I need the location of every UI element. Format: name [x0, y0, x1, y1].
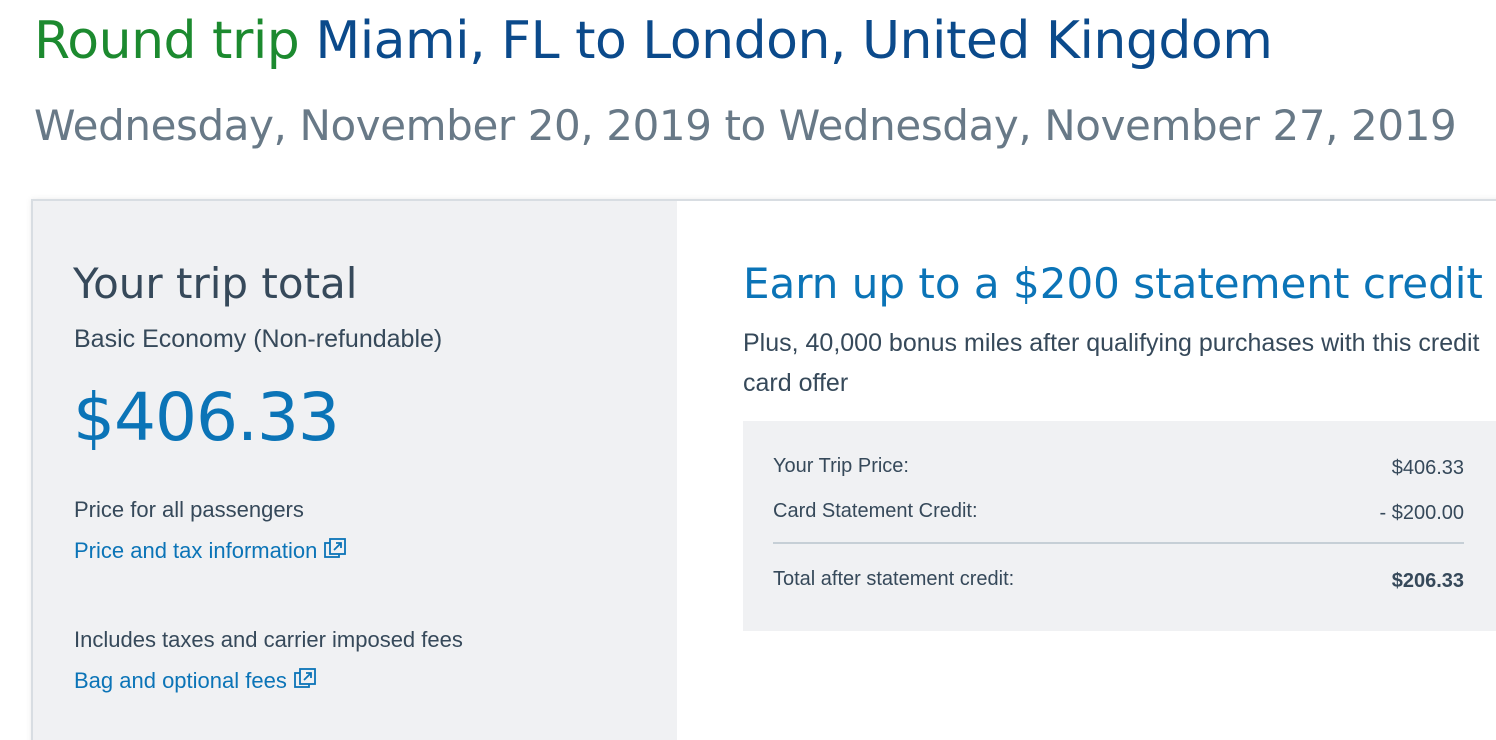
credit-offer-title: Earn up to a $200 statement credit [743, 259, 1483, 308]
fare-type: Basic Economy (Non-refundable) [74, 325, 443, 353]
price-tax-info-label: Price and tax information [74, 538, 318, 563]
price-tax-info-link[interactable]: Price and tax information [74, 537, 347, 567]
breakdown-divider [773, 542, 1464, 544]
bag-fees-label: Bag and optional fees [74, 668, 287, 693]
page-title: Round trip Miami, FL to London, United K… [34, 6, 1273, 76]
route-label: Miami, FL to London, United Kingdom [315, 11, 1273, 71]
trip-dates: Wednesday, November 20, 2019 to Wednesda… [34, 101, 1457, 150]
trip-summary-card: Your trip total Basic Economy (Non-refun… [31, 199, 1496, 740]
credit-offer-subtitle: Plus, 40,000 bonus miles after qualifyin… [743, 329, 1480, 397]
trip-total-heading: Your trip total [73, 259, 358, 308]
total-after-credit-label: Total after statement credit: [773, 568, 1015, 590]
trip-price-label: Your Trip Price: [773, 455, 909, 477]
statement-credit-label: Card Statement Credit: [773, 500, 978, 522]
statement-credit-breakdown: Your Trip Price: $406.33 Card Statement … [743, 421, 1496, 631]
bag-fees-link[interactable]: Bag and optional fees [74, 667, 317, 697]
trip-total-panel: Your trip total Basic Economy (Non-refun… [33, 201, 677, 740]
price-note: Price for all passengers [74, 497, 304, 522]
trip-price-value: $406.33 [1391, 457, 1464, 479]
total-price: $406.33 [73, 379, 340, 456]
external-link-icon [293, 667, 317, 697]
external-link-icon [323, 537, 347, 567]
fees-note: Includes taxes and carrier imposed fees [74, 627, 463, 652]
total-after-credit-value: $206.33 [1391, 570, 1464, 592]
trip-type-label: Round trip [34, 11, 300, 71]
statement-credit-value: - $200.00 [1379, 502, 1464, 524]
page: Round trip Miami, FL to London, United K… [0, 0, 1496, 740]
